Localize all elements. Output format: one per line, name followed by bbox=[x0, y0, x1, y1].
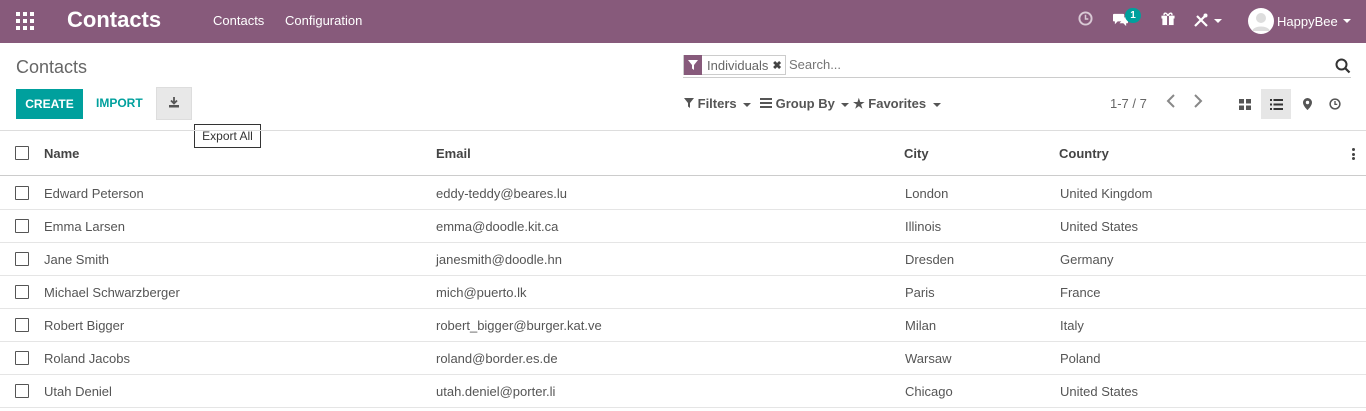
search-icon[interactable] bbox=[1335, 58, 1351, 74]
cell-email: robert_bigger@burger.kat.ve bbox=[436, 318, 602, 333]
cell-city: Illinois bbox=[905, 219, 942, 234]
row-checkbox[interactable] bbox=[15, 219, 29, 233]
select-all-checkbox[interactable] bbox=[15, 146, 29, 160]
export-all-button[interactable] bbox=[156, 87, 192, 120]
cell-email: utah.deniel@porter.li bbox=[436, 384, 556, 399]
activity-view-button[interactable] bbox=[1320, 89, 1350, 119]
cell-city: Paris bbox=[905, 285, 935, 300]
column-options-icon[interactable] bbox=[1352, 148, 1355, 162]
cell-city: Milan bbox=[905, 318, 937, 333]
group-by-label: Group By bbox=[775, 96, 835, 111]
favorites-label: Favorites bbox=[868, 96, 927, 111]
clock-icon[interactable] bbox=[1078, 11, 1093, 30]
column-header-country[interactable]: Country bbox=[1059, 146, 1109, 161]
tools-icon[interactable] bbox=[1193, 12, 1209, 32]
row-checkbox[interactable] bbox=[15, 285, 29, 299]
row-checkbox[interactable] bbox=[15, 351, 29, 365]
group-by-dropdown[interactable]: Group By bbox=[760, 96, 850, 111]
facet-label: Individuals bbox=[707, 57, 769, 73]
cell-country: United Kingdom bbox=[1060, 186, 1153, 201]
user-name[interactable]: HappyBee bbox=[1277, 14, 1338, 29]
filters-label: Filters bbox=[697, 96, 737, 111]
column-header-email[interactable]: Email bbox=[436, 146, 471, 161]
kanban-view-button[interactable] bbox=[1230, 89, 1260, 119]
row-checkbox[interactable] bbox=[15, 186, 29, 200]
top-navbar: Contacts Contacts Configuration 1 HappyB… bbox=[0, 0, 1366, 43]
import-button[interactable]: IMPORT bbox=[96, 96, 143, 110]
grid-icon[interactable] bbox=[16, 12, 34, 30]
column-header-city[interactable]: City bbox=[904, 146, 929, 161]
chat-badge: 1 bbox=[1125, 8, 1141, 23]
filters-dropdown[interactable]: Filters bbox=[684, 96, 752, 111]
table-row[interactable]: Edward Peterson eddy-teddy@beares.lu Londo… bbox=[0, 177, 1366, 210]
cell-email: emma@doodle.kit.ca bbox=[436, 219, 559, 234]
search-facet[interactable]: Individuals ✖ bbox=[683, 55, 786, 75]
map-marker-icon bbox=[1302, 98, 1312, 110]
table-row[interactable]: Utah Deniel utah.deniel@porter.li Chicago U… bbox=[0, 375, 1366, 408]
page-title: Contacts bbox=[16, 57, 88, 77]
cell-name: Jane Smith bbox=[44, 252, 110, 267]
filter-icon bbox=[684, 98, 694, 108]
chevron-left-icon[interactable] bbox=[1166, 94, 1176, 113]
column-header-name[interactable]: Name bbox=[44, 146, 79, 161]
cell-city: Chicago bbox=[905, 384, 953, 399]
cell-name: Roland Jacobs bbox=[44, 351, 130, 366]
table-row[interactable]: Jane Smith janesmith@doodle.hn Dresden Germ… bbox=[0, 243, 1366, 276]
star-icon: ★ bbox=[853, 96, 865, 111]
menu-contacts[interactable]: Contacts bbox=[213, 13, 264, 28]
cell-email: mich@puerto.lk bbox=[436, 285, 527, 300]
cell-name: Robert Bigger bbox=[44, 318, 125, 333]
cell-city: Dresden bbox=[905, 252, 955, 267]
chevron-down-icon bbox=[1214, 19, 1222, 23]
cell-name: Emma Larsen bbox=[44, 219, 125, 234]
cell-city: London bbox=[905, 186, 949, 201]
map-view-button[interactable] bbox=[1292, 89, 1322, 119]
clock-icon bbox=[1329, 98, 1341, 110]
cell-email: janesmith@doodle.hn bbox=[436, 252, 562, 267]
cell-name: Michael Schwarzberger bbox=[44, 285, 180, 300]
list-icon bbox=[1269, 98, 1283, 110]
close-icon[interactable]: ✖ bbox=[772, 59, 784, 72]
table-header: Name Email City Country bbox=[0, 130, 1366, 176]
cell-name: Utah Deniel bbox=[44, 384, 112, 399]
search-input[interactable] bbox=[789, 57, 1289, 72]
list-icon bbox=[760, 98, 772, 108]
filter-icon bbox=[684, 55, 702, 75]
cell-country: United States bbox=[1060, 219, 1139, 234]
cell-country: Italy bbox=[1060, 318, 1084, 333]
row-checkbox[interactable] bbox=[15, 318, 29, 332]
chevron-down-icon bbox=[841, 102, 850, 107]
cell-country: France bbox=[1060, 285, 1101, 300]
cell-city: Warsaw bbox=[905, 351, 952, 366]
create-button[interactable]: CREATE bbox=[16, 89, 83, 119]
table-row[interactable]: Roland Jacobs roland@border.es.de Warsaw Po… bbox=[0, 342, 1366, 375]
search-bar: Individuals ✖ bbox=[683, 54, 1351, 78]
kanban-icon bbox=[1239, 98, 1251, 110]
row-checkbox[interactable] bbox=[15, 384, 29, 398]
cell-country: United States bbox=[1060, 384, 1139, 399]
avatar[interactable] bbox=[1248, 8, 1274, 34]
chevron-right-icon[interactable] bbox=[1193, 94, 1203, 113]
cell-country: Poland bbox=[1060, 351, 1101, 366]
row-checkbox[interactable] bbox=[15, 252, 29, 266]
pager-value[interactable]: 1-7 / 7 bbox=[1110, 96, 1147, 111]
gift-icon[interactable] bbox=[1160, 11, 1176, 30]
chevron-down-icon bbox=[1343, 19, 1351, 23]
menu-configuration[interactable]: Configuration bbox=[285, 13, 362, 28]
cell-name: Edward Peterson bbox=[44, 186, 144, 201]
favorites-dropdown[interactable]: ★ Favorites bbox=[853, 96, 941, 112]
table-row[interactable]: Emma Larsen emma@doodle.kit.ca Illinois Uni… bbox=[0, 210, 1366, 243]
app-title: Contacts bbox=[67, 7, 162, 32]
cell-email: eddy-teddy@beares.lu bbox=[436, 186, 567, 201]
table-row[interactable]: Robert Bigger robert_bigger@burger.kat.ve… bbox=[0, 309, 1366, 342]
list-view-button[interactable] bbox=[1261, 89, 1291, 119]
download-icon bbox=[168, 95, 180, 113]
cell-email: roland@border.es.de bbox=[436, 351, 558, 366]
chevron-down-icon bbox=[932, 102, 941, 107]
chevron-down-icon bbox=[743, 102, 752, 107]
table-row[interactable]: Michael Schwarzberger mich@puerto.lk Paris… bbox=[0, 276, 1366, 309]
cell-country: Germany bbox=[1060, 252, 1114, 267]
